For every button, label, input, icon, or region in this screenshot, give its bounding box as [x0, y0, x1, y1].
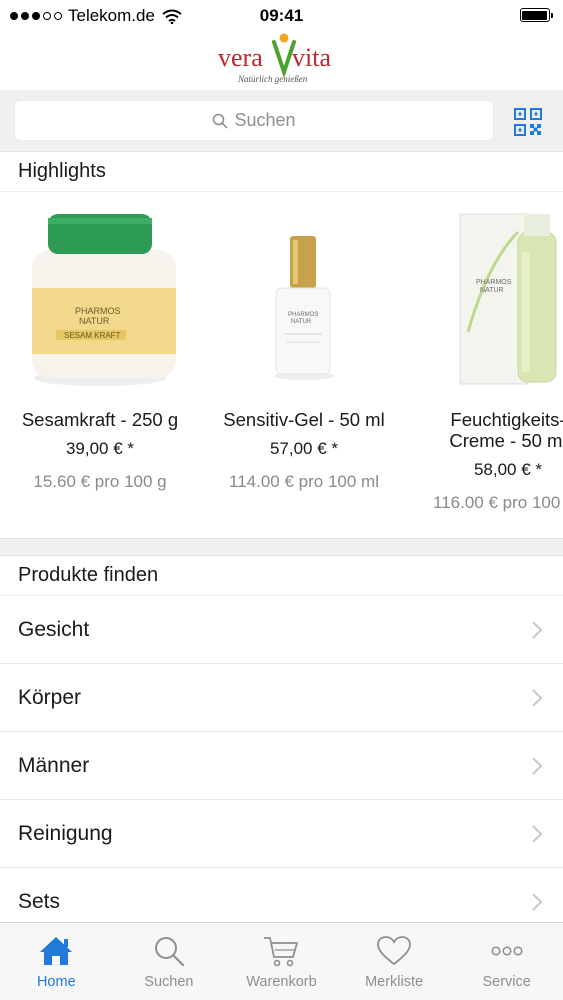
tab-bar: Home Suchen Warenkorb Merkliste Service — [0, 922, 563, 1000]
category-item-maenner[interactable]: Männer — [0, 732, 563, 800]
highlights-carousel[interactable]: PHARMOS NATUR SESAM KRAFT Sesamkraft - 2… — [0, 192, 563, 538]
category-label: Körper — [18, 685, 82, 709]
tab-label: Suchen — [144, 974, 194, 990]
svg-text:vita: vita — [292, 43, 331, 72]
highlights-header: Highlights — [0, 152, 563, 192]
tab-label: Service — [482, 974, 531, 990]
heart-icon — [376, 933, 412, 969]
svg-text:NATUR: NATUR — [79, 316, 110, 326]
home-icon — [38, 933, 74, 969]
search-input[interactable]: Suchen — [14, 100, 494, 141]
tab-label: Home — [36, 974, 76, 990]
category-item-gesicht[interactable]: Gesicht — [0, 596, 563, 664]
chevron-right-icon — [532, 689, 543, 707]
category-label: Männer — [18, 753, 90, 777]
svg-text:PHARMOS: PHARMOS — [288, 312, 318, 318]
svg-text:PHARMOS: PHARMOS — [75, 306, 121, 316]
svg-text:NATUR: NATUR — [480, 287, 504, 294]
svg-text:NATUR: NATUR — [291, 319, 312, 325]
tab-home[interactable]: Home — [0, 923, 113, 1000]
jar-image: PHARMOS NATUR SESAM KRAFT — [10, 192, 190, 392]
tab-label: Warenkorb — [246, 974, 317, 990]
section-divider — [0, 538, 563, 556]
product-name: Sesamkraft - 250 g — [21, 409, 179, 430]
cart-icon — [263, 933, 299, 969]
bottle-image: PHARMOS NATUR — [214, 192, 394, 392]
highlights-title: Highlights — [18, 160, 106, 182]
search-icon — [151, 933, 187, 969]
tab-wishlist[interactable]: Merkliste — [338, 923, 451, 1000]
product-unit-price: 15.60 € pro 100 g — [33, 472, 167, 491]
categories-title: Produkte finden — [18, 564, 159, 586]
svg-text:Natürlich genießen: Natürlich genießen — [237, 74, 308, 84]
more-icon — [489, 933, 525, 969]
chevron-right-icon — [532, 621, 543, 639]
search-icon — [212, 113, 228, 129]
chevron-right-icon — [532, 825, 543, 843]
product-price: 39,00 € * — [65, 439, 135, 458]
product-unit-price: 114.00 € pro 100 ml — [229, 472, 379, 491]
status-bar: Telekom.de 09:41 — [0, 0, 563, 30]
product-price: 58,00 € * — [473, 460, 543, 479]
category-item-reinigung[interactable]: Reinigung — [0, 800, 563, 868]
chevron-right-icon — [532, 757, 543, 775]
svg-text:PHARMOS: PHARMOS — [476, 279, 512, 286]
pump-bottle-image: PHARMOS NATUR — [418, 192, 563, 392]
product-price: 57,00 € * — [269, 439, 339, 458]
search-placeholder: Suchen — [234, 110, 296, 130]
chevron-right-icon — [532, 893, 543, 911]
product-name: Feuchtigkeits- Creme - 50 ml — [449, 409, 563, 451]
qr-code-icon[interactable] — [514, 108, 542, 136]
category-item-koerper[interactable]: Körper — [0, 664, 563, 732]
app-header: vera vita Natürlich genießen — [0, 30, 563, 90]
tab-search[interactable]: Suchen — [113, 923, 226, 1000]
tab-cart[interactable]: Warenkorb — [225, 923, 338, 1000]
tab-label: Merkliste — [365, 974, 424, 990]
product-card[interactable]: PHARMOS NATUR SESAM KRAFT Sesamkraft - 2… — [10, 192, 190, 492]
product-unit-price: 116.00 € pro 100 ml — [433, 493, 563, 512]
search-area: Suchen — [0, 90, 563, 152]
status-time: 09:41 — [259, 6, 304, 25]
product-card[interactable]: PHARMOS NATUR Sensitiv-Gel - 50 ml 57,00… — [214, 192, 394, 492]
product-name: Sensitiv-Gel - 50 ml — [223, 409, 385, 430]
category-label: Sets — [18, 889, 61, 913]
category-label: Gesicht — [18, 617, 90, 641]
svg-text:vera: vera — [218, 43, 263, 72]
categories-header: Produkte finden — [0, 556, 563, 596]
battery-icon — [519, 8, 553, 22]
category-label: Reinigung — [18, 821, 113, 845]
svg-text:SESAM KRAFT: SESAM KRAFT — [64, 331, 121, 340]
vera-vita-logo: vera vita Natürlich genießen — [218, 33, 331, 84]
product-card[interactable]: PHARMOS NATUR Feuchtigkeits- Creme - 50 … — [418, 192, 563, 513]
tab-service[interactable]: Service — [450, 923, 563, 1000]
